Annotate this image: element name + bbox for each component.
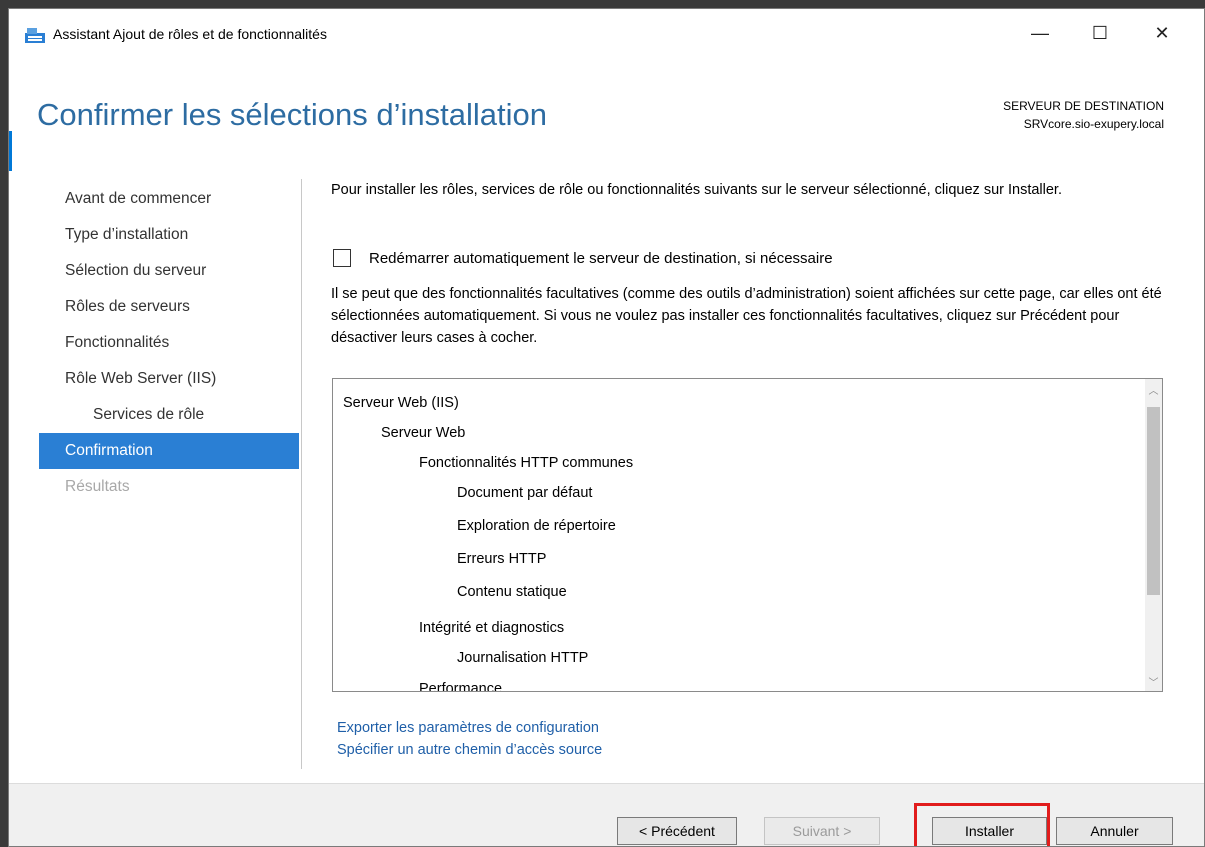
tree-item-integrite-diagnostics: Intégrité et diagnostics	[419, 620, 565, 636]
tree-item-erreurs-http: Erreurs HTTP	[457, 551, 547, 567]
source-path-link[interactable]: Spécifier un autre chemin d’accès source	[337, 739, 602, 761]
restart-option[interactable]: Redémarrer automatiquement le serveur de…	[333, 249, 833, 267]
destination-value: SRVcore.sio-exupery.local	[1023, 117, 1164, 131]
nav-item-type-installation[interactable]: Type d’installation	[39, 217, 299, 253]
title-bar[interactable]: Assistant Ajout de rôles et de fonctionn…	[9, 9, 1204, 57]
nav-item-selection-serveur[interactable]: Sélection du serveur	[39, 253, 299, 289]
nav-item-resultats: Résultats	[65, 478, 130, 495]
main-content: Pour installer les rôles, services de rô…	[331, 179, 1181, 346]
minimize-icon: —	[1031, 22, 1049, 43]
intro-text: Pour installer les rôles, services de rô…	[331, 182, 1062, 198]
scroll-thumb[interactable]	[1147, 407, 1160, 595]
restart-checkbox-label[interactable]: Redémarrer automatiquement le serveur de…	[369, 250, 833, 267]
wizard-window: Assistant Ajout de rôles et de fonctionn…	[8, 8, 1205, 847]
nav-divider	[301, 179, 302, 769]
install-button[interactable]: Installer	[932, 817, 1047, 845]
tree-item-exploration-repertoire: Exploration de répertoire	[457, 518, 616, 534]
nav-item-roles-serveurs[interactable]: Rôles de serveurs	[39, 289, 299, 325]
links-area: Exporter les paramètres de configuration…	[337, 717, 602, 761]
destination-label: SERVEUR DE DESTINATION	[1003, 99, 1164, 113]
tree-item-performance: Performance	[419, 681, 503, 692]
nav-item-avant-de-commencer[interactable]: Avant de commencer	[39, 181, 299, 217]
maximize-button[interactable]: ☐	[1077, 9, 1123, 57]
list-scrollbar[interactable]: ︿ ﹀	[1145, 379, 1162, 691]
tree-item-serveur-web: Serveur Web	[381, 425, 466, 441]
restart-checkbox[interactable]	[333, 249, 351, 267]
nav-item-fonctionnalites[interactable]: Fonctionnalités	[39, 325, 299, 361]
tree-item-journalisation-http: Journalisation HTTP	[457, 650, 589, 666]
nav-item-services-de-role[interactable]: Services de rôle	[39, 397, 299, 433]
nav-item-role-web-server[interactable]: Rôle Web Server (IIS)	[39, 361, 299, 397]
nav-item-confirmation[interactable]: Confirmation	[39, 433, 299, 469]
tree-item-fonctionnalites-http: Fonctionnalités HTTP communes	[419, 455, 634, 471]
cancel-button[interactable]: Annuler	[1056, 817, 1173, 845]
export-config-link[interactable]: Exporter les paramètres de configuration	[337, 717, 602, 739]
scroll-down-icon[interactable]: ﹀	[1145, 671, 1162, 691]
close-icon: ✕	[1154, 22, 1170, 43]
maximize-icon: ☐	[1091, 22, 1109, 43]
server-manager-icon	[25, 28, 45, 43]
destination-server: SERVEUR DE DESTINATION SRVcore.sio-exupe…	[1003, 97, 1164, 133]
optional-features-note: Il se peut que des fonctionnalités facul…	[331, 286, 1162, 346]
close-button[interactable]: ✕	[1139, 9, 1185, 57]
minimize-button[interactable]: —	[1017, 9, 1063, 57]
tree-item-contenu-statique: Contenu statique	[457, 584, 567, 600]
tree-item-serveur-web-iis: Serveur Web (IIS)	[343, 395, 459, 411]
next-button: Suivant >	[764, 817, 880, 845]
tree-item-document-par-defaut: Document par défaut	[457, 485, 593, 501]
previous-button[interactable]: < Précédent	[617, 817, 737, 845]
selection-list[interactable]: Serveur Web (IIS) Serveur Web Fonctionna…	[332, 378, 1163, 692]
window-title: Assistant Ajout de rôles et de fonctionn…	[53, 26, 327, 42]
accent-bar	[9, 131, 12, 171]
page-title: Confirmer les sélections d’installation	[37, 97, 548, 132]
scroll-up-icon[interactable]: ︿	[1145, 379, 1162, 399]
wizard-footer: < Précédent Suivant > Installer Annuler	[9, 783, 1204, 846]
wizard-nav: Avant de commencer Type d’installation S…	[39, 181, 299, 505]
